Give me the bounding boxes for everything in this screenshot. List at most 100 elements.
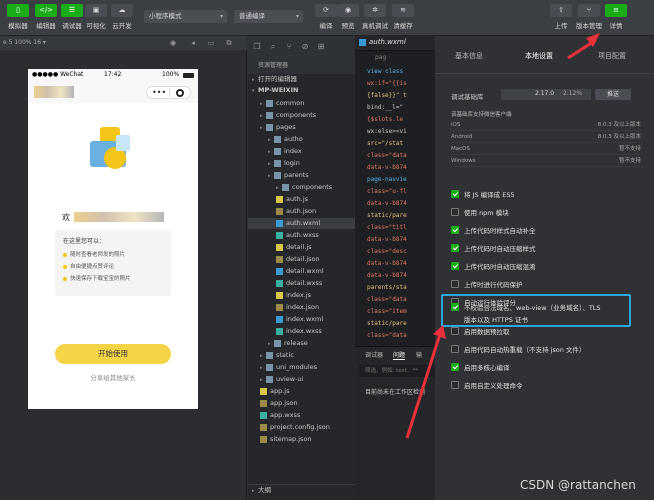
folder-item[interactable]: ▸ static (248, 350, 355, 361)
checkbox[interactable] (451, 345, 459, 353)
setting-option[interactable]: 启用多核心编译 (451, 362, 651, 374)
lib-version-select[interactable]: 2.17.0 2.12% (501, 89, 591, 100)
code-line[interactable]: src="/stat (355, 138, 435, 150)
extensions-icon[interactable]: ⊞ (316, 42, 326, 52)
cloud-button[interactable]: ☁ 云开发 (107, 4, 137, 30)
source-control-icon[interactable]: ⑂ (284, 42, 294, 52)
file-item[interactable]: auth.js (248, 194, 355, 205)
code-line[interactable]: class="data (355, 294, 435, 306)
checkbox[interactable] (451, 381, 459, 389)
code-line[interactable]: class="data (355, 150, 435, 162)
folder-item[interactable]: ▸ autho (248, 134, 355, 145)
file-item[interactable]: auth.json (248, 206, 355, 217)
push-button[interactable]: 推送 (595, 89, 631, 100)
file-item[interactable]: auth.wxss (248, 230, 355, 241)
open-editors-section[interactable]: ▸ 打开的编辑器 (248, 74, 355, 85)
preview-button[interactable]: ◉ 预览 (333, 4, 363, 30)
files-icon[interactable]: ❐ (252, 42, 262, 52)
details-button[interactable]: ≡ 详情 (601, 4, 631, 30)
setting-option[interactable]: 上传代码时样式自动补全 (451, 225, 651, 237)
setting-option[interactable]: 上传代码时自动压缩样式 (451, 243, 651, 255)
file-item[interactable]: sitemap.json (248, 434, 355, 445)
close-miniapp-icon[interactable] (176, 89, 184, 97)
setting-option[interactable]: 上传时进行代码保护 (451, 279, 651, 291)
file-item[interactable]: detail.json (248, 254, 355, 265)
code-line[interactable]: {false}}" t (355, 90, 435, 102)
code-line[interactable]: {$slots.le (355, 114, 435, 126)
code-line[interactable]: data-v-b874 (355, 270, 435, 282)
mode-select[interactable]: 小程序模式 ▾ (144, 10, 227, 23)
code-line[interactable]: wx:else><vi (355, 126, 435, 138)
file-item[interactable]: app.wxss (248, 410, 355, 421)
folder-item[interactable]: ▸ index (248, 146, 355, 157)
setting-option[interactable]: 启用自定义处理命令 (451, 380, 651, 392)
share-link[interactable]: 分享给其他家长 (28, 372, 198, 382)
record-icon[interactable]: ◉ (168, 38, 178, 48)
code-line[interactable]: class="desc (355, 246, 435, 258)
folder-item[interactable]: ▸ login (248, 158, 355, 169)
setting-option[interactable]: 启用数据预拉取 (451, 326, 651, 338)
code-line[interactable]: static/pare (355, 210, 435, 222)
file-item[interactable]: detail.js (248, 242, 355, 253)
checkbox[interactable] (451, 226, 459, 234)
start-button[interactable]: 开始使用 (55, 344, 171, 364)
file-item[interactable]: auth.wxml (248, 218, 355, 229)
file-item[interactable]: app.js (248, 386, 355, 397)
screen-icon[interactable]: ▭ (206, 38, 216, 48)
editor-breadcrumb[interactable]: pag (375, 54, 386, 61)
popout-icon[interactable]: ⧉ (224, 38, 234, 48)
compile-select[interactable]: 普通编译 ▾ (234, 10, 303, 23)
tab-project-config[interactable]: 项目配置 (598, 51, 626, 61)
code-line[interactable]: class="item (355, 306, 435, 318)
tab-basic-info[interactable]: 基本信息 (455, 51, 483, 61)
code-line[interactable]: view class (355, 66, 435, 78)
file-item[interactable]: index.json (248, 302, 355, 313)
checkbox[interactable] (451, 262, 459, 270)
code-line[interactable]: class="data (355, 330, 435, 342)
code-line[interactable]: wx:if="{{is (355, 78, 435, 90)
folder-item[interactable]: ▸ parents (248, 170, 355, 181)
checkbox[interactable] (451, 190, 459, 198)
folder-item[interactable]: ▸ uni_modules (248, 362, 355, 373)
tab-output[interactable]: 输 (416, 350, 422, 359)
checkbox[interactable] (451, 244, 459, 252)
tab-local-settings[interactable]: 本地设置 (525, 51, 553, 61)
code-line[interactable]: data-v-b874 (355, 258, 435, 270)
code-line[interactable]: class="titl (355, 222, 435, 234)
volume-icon[interactable]: ◂ (188, 38, 198, 48)
file-item[interactable]: project.config.json (248, 422, 355, 433)
capsule-menu[interactable]: ••• (146, 86, 191, 99)
device-select[interactable]: e 5 100% 16 ▾ (3, 39, 46, 46)
upload-button[interactable]: ⇧ 上传 (546, 4, 576, 30)
folder-item[interactable]: ▸ components (248, 110, 355, 121)
file-item[interactable]: app.json (248, 398, 355, 409)
folder-item[interactable]: ▸ pages (248, 122, 355, 133)
code-line[interactable]: class="u-fl (355, 186, 435, 198)
tab-problems[interactable]: 问题 (393, 350, 406, 360)
setting-option[interactable]: 上传代码时自动压缩混淆 (451, 261, 651, 273)
file-item[interactable]: detail.wxml (248, 266, 355, 277)
code-line[interactable]: bind:__l=" (355, 102, 435, 114)
file-item[interactable]: index.wxss (248, 326, 355, 337)
editor-tab[interactable]: auth.wxml (369, 38, 406, 46)
version-button[interactable]: ⑂ 版本管理 (574, 4, 604, 30)
file-item[interactable]: index.js (248, 290, 355, 301)
problems-filter-input[interactable]: 筛选，例如: text、** (359, 365, 435, 377)
code-line[interactable]: data-v-b874 (355, 198, 435, 210)
checkbox[interactable] (451, 280, 459, 288)
file-item[interactable]: index.wxml (248, 314, 355, 325)
folder-item[interactable]: ▸ uview-ui (248, 374, 355, 385)
setting-option[interactable]: 将 JS 编译成 ES5 (451, 189, 651, 201)
file-item[interactable]: detail.wxss (248, 278, 355, 289)
tab-debugger[interactable]: 调试器 (365, 350, 383, 359)
outline-section[interactable]: ▸ 大纲 (248, 484, 355, 495)
code-line[interactable]: page-navvie (355, 174, 435, 186)
folder-item[interactable]: ▸ common (248, 98, 355, 109)
checkbox[interactable] (451, 208, 459, 216)
checkbox[interactable] (451, 327, 459, 335)
setting-option[interactable]: 使用 npm 模块 (451, 207, 651, 219)
code-line[interactable]: parents/sta (355, 282, 435, 294)
code-line[interactable]: data-v-b874 (355, 234, 435, 246)
folder-item[interactable]: ▸ components (248, 182, 355, 193)
clear-cache-button[interactable]: ≋ 清缓存 (388, 4, 418, 30)
